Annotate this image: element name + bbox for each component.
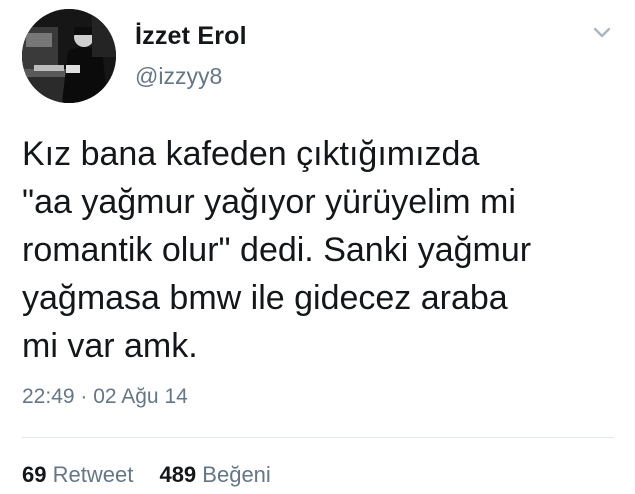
likes-count: 489 (159, 462, 197, 487)
display-name[interactable]: İzzet Erol (135, 22, 247, 51)
retweets-label: Retweet (52, 462, 134, 487)
retweets-stat[interactable]: 69 Retweet (22, 462, 133, 488)
divider (22, 437, 614, 438)
chevron-down-icon[interactable] (591, 22, 613, 44)
retweets-count: 69 (22, 462, 47, 487)
tweet-stats: 69 Retweet 489 Beğeni (22, 462, 271, 488)
avatar[interactable] (22, 9, 116, 103)
user-handle[interactable]: @izzyy8 (135, 63, 222, 90)
tweet-card: İzzet Erol @izzyy8 Kız bana kafeden çıkt… (0, 0, 635, 494)
likes-label: Beğeni (202, 462, 271, 487)
likes-stat[interactable]: 489 Beğeni (159, 462, 270, 488)
tweet-text: Kız bana kafeden çıktığımızda "aa yağmur… (22, 135, 532, 365)
tweet-timestamp[interactable]: 22:49 · 02 Ağu 14 (22, 385, 188, 409)
avatar-photo (22, 9, 116, 103)
